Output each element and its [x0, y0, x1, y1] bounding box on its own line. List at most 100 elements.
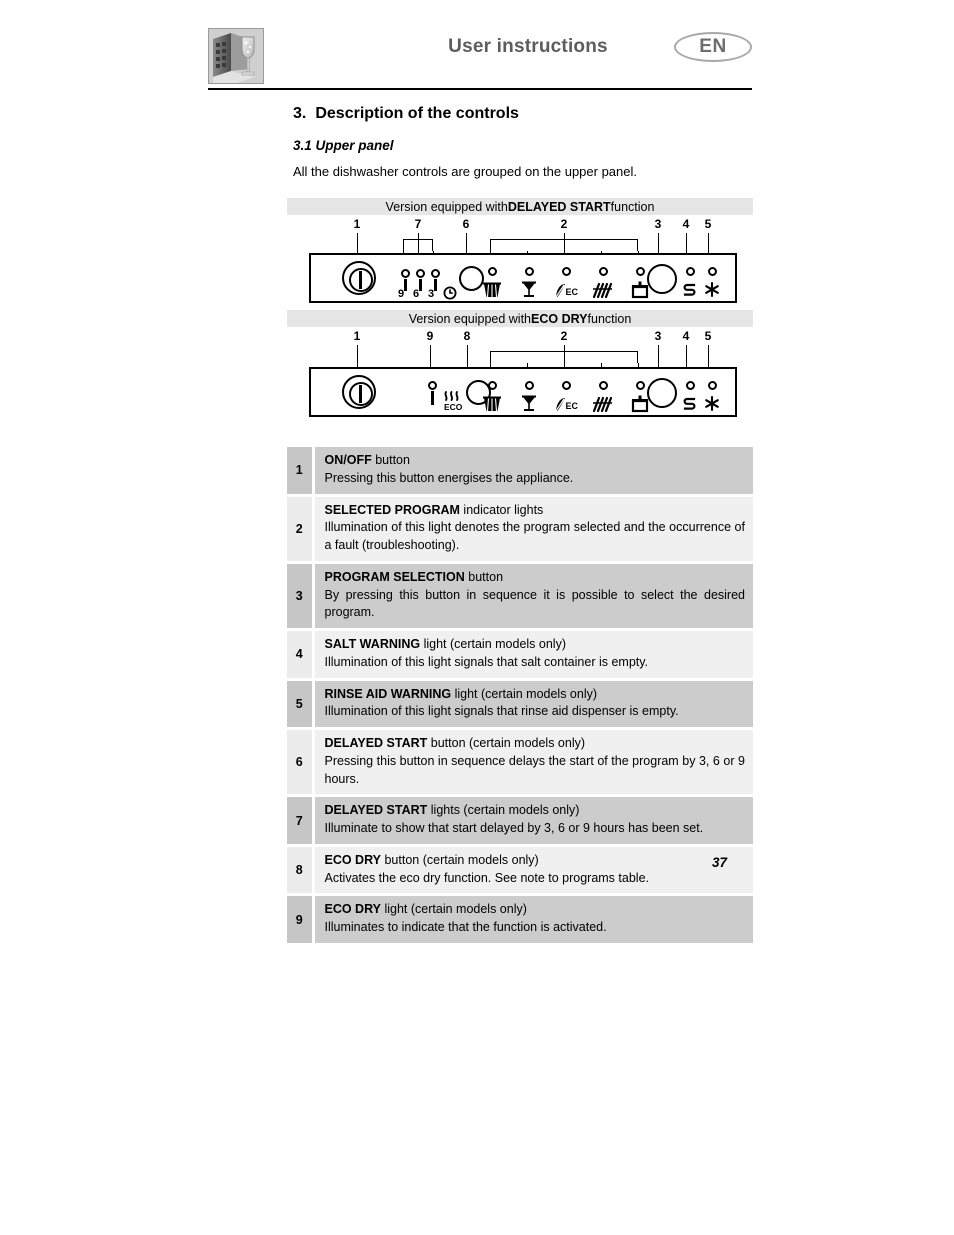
program-led-eco-2 [562, 381, 571, 390]
callout-6: 6 [462, 217, 470, 231]
delayed-start-led-3 [431, 269, 440, 278]
power-symbol-icon [359, 271, 362, 289]
callout-1-b: 1 [353, 329, 361, 343]
glasses-icon [522, 281, 536, 297]
row-title: SELECTED PROGRAM [324, 502, 460, 517]
salt-icon-2 [683, 397, 696, 410]
row-title: ECO DRY [324, 852, 382, 867]
callout-9: 9 [426, 329, 434, 343]
row-description-cell: RINSE AID WARNING light (certain models … [313, 680, 753, 727]
panel-diagram-delayed-start: Version equipped with DELAYED START func… [287, 198, 753, 305]
program-led-pots-2 [636, 381, 645, 390]
program-led-pots [636, 267, 645, 276]
row-number: 8 [287, 846, 315, 894]
row-heading: PROGRAM SELECTION button [325, 569, 746, 587]
row-description-cell: SELECTED PROGRAM indicator lights Illumin… [313, 496, 753, 561]
banner-suffix: function [610, 199, 655, 214]
row-title-suffix: button [371, 453, 410, 467]
delayed-start-led-9 [401, 269, 410, 278]
row-description-cell: ECO DRY light (certain models only) Illum… [313, 896, 753, 943]
row-description: By pressing this button in sequence it i… [324, 587, 746, 620]
row-description-cell: PROGRAM SELECTION button By pressing this… [313, 563, 753, 628]
table-row: 2 SELECTED PROGRAM indicator lights Illumi… [287, 496, 753, 561]
row-description-cell: SALT WARNING light (certain models only)… [313, 631, 753, 678]
callout-2-b: 2 [560, 329, 568, 343]
program-led-glasses [525, 267, 534, 276]
program-led-plates [488, 267, 497, 276]
cutlery-icon-2 [592, 396, 613, 413]
diagram-area-2: 1 9 8 2 3 4 5 ECO EC [287, 329, 753, 417]
plates-basket-icon-2 [483, 396, 501, 412]
row-title-suffix: lights (certain models only) [427, 803, 580, 818]
row-description-cell: ECO DRY button (certain models only) Acti… [313, 846, 753, 894]
subsection-heading: 3.1 Upper panel [293, 138, 394, 153]
row-description: Illuminates to indicate that the functio… [324, 920, 607, 934]
rinse-aid-icon [705, 281, 719, 298]
program-led-glasses-2 [525, 381, 534, 390]
banner-suffix-2: function [587, 311, 632, 326]
row-title-suffix: light (certain models only) [381, 902, 527, 917]
led-stem-3 [434, 279, 437, 291]
section-heading: 3. Description of the controls [293, 105, 519, 123]
onoff-button[interactable] [342, 261, 376, 295]
row-description: Illumination of this light signals that … [324, 654, 649, 669]
callout-8: 8 [463, 329, 471, 343]
row-heading: SALT WARNING light (certain models only) [325, 636, 746, 654]
banner-prefix-2: Version equipped with [408, 311, 532, 326]
table-row: 5 RINSE AID WARNING light (certain models… [287, 680, 753, 727]
cutlery-icon [592, 282, 613, 299]
led-stem-9 [404, 279, 407, 291]
table-row: 1 ON/OFF button Pressing this button energ… [287, 447, 753, 494]
table-row: 4 SALT WARNING light (certain models only… [287, 631, 753, 678]
plates-basket-icon [483, 282, 501, 298]
callout-4-b: 4 [682, 329, 690, 343]
eco-icon-2: ECO [555, 398, 578, 412]
row-title: DELAYED START [324, 803, 428, 818]
program-led-cutlery-2 [599, 381, 608, 390]
page: User instructions EN 3. Description of th… [0, 0, 954, 1235]
row-title: ON/OFF [324, 453, 372, 467]
table-row: 9 ECO DRY light (certain models only) Illu… [287, 896, 753, 943]
program-selection-button-2[interactable] [647, 378, 677, 408]
row-heading: DELAYED START button (certain models onl… [325, 735, 746, 753]
callout-7: 7 [414, 217, 422, 231]
led-stem-eco-dry [431, 391, 434, 405]
row-title-suffix: light (certain models only) [420, 637, 566, 651]
banner-prefix: Version equipped with [385, 199, 508, 214]
row-heading: DELAYED START lights (certain models onl… [325, 802, 746, 820]
row-number: 2 [287, 496, 315, 561]
row-spacer [287, 942, 753, 946]
banner-bold-2: ECO DRY [531, 311, 588, 326]
row-number: 1 [287, 447, 315, 494]
rinse-aid-warning-led [708, 267, 717, 276]
row-description: Illumination of this light signals that … [324, 704, 679, 719]
controls-description-table: 1 ON/OFF button Pressing this button energ… [287, 447, 753, 946]
clock-icon [443, 286, 457, 300]
salt-warning-led [686, 267, 695, 276]
banner-bold: DELAYED START [507, 199, 611, 214]
panel-diagram-eco-dry: Version equipped with ECO DRY function 1… [287, 310, 753, 417]
row-description: Activates the eco dry function. See note… [324, 870, 650, 885]
row-number: 6 [287, 730, 315, 795]
program-led-eco [562, 267, 571, 276]
row-title-suffix: indicator lights [459, 502, 544, 517]
control-panel-body-2: ECO EC [309, 367, 737, 417]
delay-label-6: 6 [413, 288, 420, 300]
program-selection-button[interactable] [647, 264, 677, 294]
panel-banner-delayed-start: Version equipped with DELAYED START func… [287, 198, 753, 215]
row-title-suffix: button (certain models only) [427, 736, 586, 750]
callout-3: 3 [654, 217, 662, 231]
intro-paragraph: All the dishwasher controls are grouped … [293, 164, 637, 179]
delayed-start-led-6 [416, 269, 425, 278]
eco-dry-led [428, 381, 437, 390]
row-title: PROGRAM SELECTION [324, 569, 465, 584]
table-row: 6 DELAYED START button (certain models on… [287, 730, 753, 795]
eco-dry-steam-icon: ECO [444, 391, 463, 412]
row-number: 9 [287, 896, 315, 943]
callout-3-b: 3 [654, 329, 662, 343]
row-title: DELAYED START [324, 736, 428, 750]
delay-label-9: 9 [398, 288, 405, 300]
row-title-suffix: light (certain models only) [451, 686, 598, 701]
onoff-button-2[interactable] [342, 375, 376, 409]
salt-warning-led-2 [686, 381, 695, 390]
